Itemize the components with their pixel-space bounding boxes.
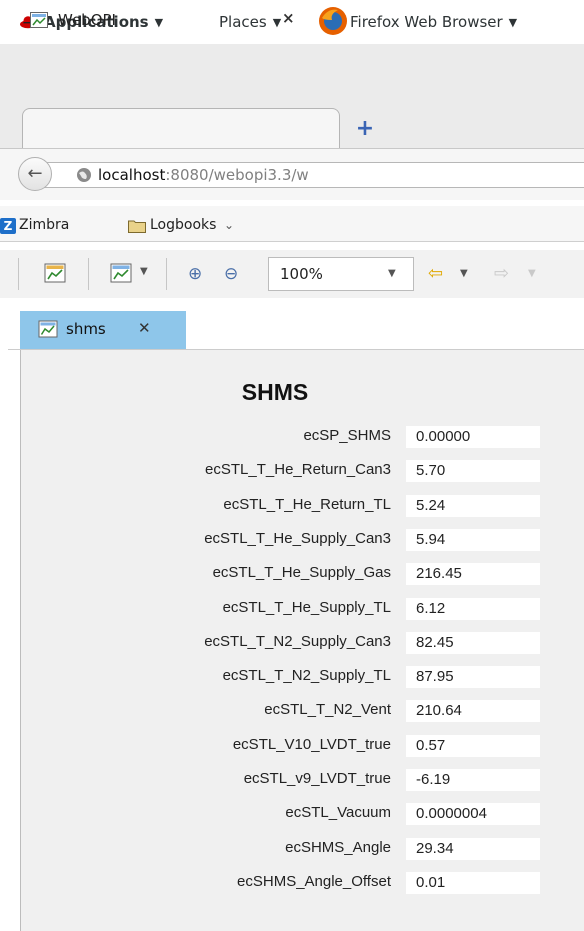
pv-value: 6.12 (406, 597, 540, 620)
caret-down-icon[interactable]: ▼ (460, 268, 468, 279)
firefox-icon (319, 7, 347, 35)
pv-label: ecSP_SHMS (303, 427, 391, 444)
back-arrow-icon[interactable]: ⇦ (428, 263, 443, 284)
firefox-label: Firefox Web Browser (350, 13, 503, 31)
caret-down-icon: ▼ (154, 15, 164, 29)
pv-label: ecSTL_T_He_Supply_TL (222, 598, 391, 616)
url-host: localhost (98, 166, 166, 184)
browser-tab-webopi[interactable] (22, 108, 340, 148)
pv-label: ecSTL_T_N2_Vent (264, 701, 391, 719)
places-menu[interactable]: Places ▼ (219, 12, 281, 32)
pv-label: ecSTL_T_He_Supply_Can3 (204, 529, 391, 547)
pv-value: 29.34 (406, 837, 540, 860)
pv-value: 82.45 (406, 631, 540, 654)
caret-down-icon[interactable]: ▼ (140, 266, 148, 277)
pv-label: ecSTL_v9_LVDT_true (243, 770, 391, 787)
opi-display-icon (38, 320, 58, 338)
folder-icon (128, 220, 146, 233)
pv-value: 0.57 (406, 734, 540, 757)
pv-value: 210.64 (406, 700, 540, 723)
toolbar-separator (88, 258, 89, 290)
caret-down-icon: ▼ (272, 15, 282, 29)
zimbra-icon: Z (0, 218, 16, 234)
close-icon[interactable]: ✕ (138, 319, 151, 337)
pv-label: ecSTL_T_N2_Supply_TL (222, 667, 391, 685)
places-label: Places (219, 13, 267, 31)
caret-down-icon: ▼ (508, 15, 518, 29)
bookmarks-toolbar (0, 206, 584, 242)
pv-value: 5.94 (406, 528, 540, 551)
pv-label: ecSTL_T_He_Supply_Gas (212, 564, 391, 582)
run-opi-icon[interactable] (44, 263, 66, 283)
zoom-out-icon[interactable]: ⊖ (224, 264, 238, 284)
back-arrow-icon[interactable]: ← (18, 157, 52, 191)
pv-value: 216.45 (406, 563, 540, 586)
forward-arrow-icon: ⇨ (494, 263, 510, 284)
globe-icon (77, 168, 91, 182)
close-icon[interactable]: × (282, 9, 295, 27)
tab-shms-label: shms (66, 320, 106, 338)
pv-label: ecSTL_T_N2_Supply_Can3 (204, 632, 391, 650)
url-text: localhost:8080/webopi3.3/w (98, 166, 309, 184)
new-tab-icon[interactable]: + (352, 116, 378, 142)
zoom-value: 100% (280, 265, 323, 283)
pv-value: 0.01 (406, 871, 540, 894)
pv-value: 5.24 (406, 494, 540, 517)
pv-value: 0.0000004 (406, 803, 540, 826)
chevron-down-icon[interactable]: ⌄ (224, 218, 234, 232)
pv-value: 5.70 (406, 460, 540, 483)
pv-label: ecSTL_V10_LVDT_true (232, 735, 391, 753)
pv-label: ecSTL_T_He_Return_Can3 (205, 461, 391, 479)
page-title: SHMS (241, 379, 309, 405)
pv-value: -6.19 (406, 769, 540, 791)
bookmark-logbooks[interactable]: Logbooks (150, 217, 216, 233)
zoom-in-icon[interactable]: ⊕ (188, 264, 202, 284)
pv-label: ecSHMS_Angle_Offset (237, 872, 391, 890)
toolbar-separator (166, 258, 167, 290)
open-opi-icon[interactable] (110, 263, 132, 283)
pv-value: 0.00000 (406, 426, 540, 448)
webopi-icon (30, 12, 48, 28)
pv-label: ecSTL_Vacuum (285, 804, 391, 822)
browser-tab-title: WebOPI (58, 11, 116, 29)
firefox-app-menu[interactable]: Firefox Web Browser ▼ (319, 7, 518, 35)
caret-down-icon: ▼ (528, 268, 536, 279)
toolbar-separator (18, 258, 19, 290)
caret-down-icon[interactable]: ▼ (388, 268, 396, 279)
pv-label: ecSHMS_Angle (285, 838, 391, 856)
url-path: :8080/webopi3.3/w (165, 166, 309, 184)
pv-label: ecSTL_T_He_Return_TL (223, 495, 391, 513)
pv-value: 87.95 (406, 666, 540, 689)
bookmark-zimbra[interactable]: Zimbra (19, 217, 69, 233)
